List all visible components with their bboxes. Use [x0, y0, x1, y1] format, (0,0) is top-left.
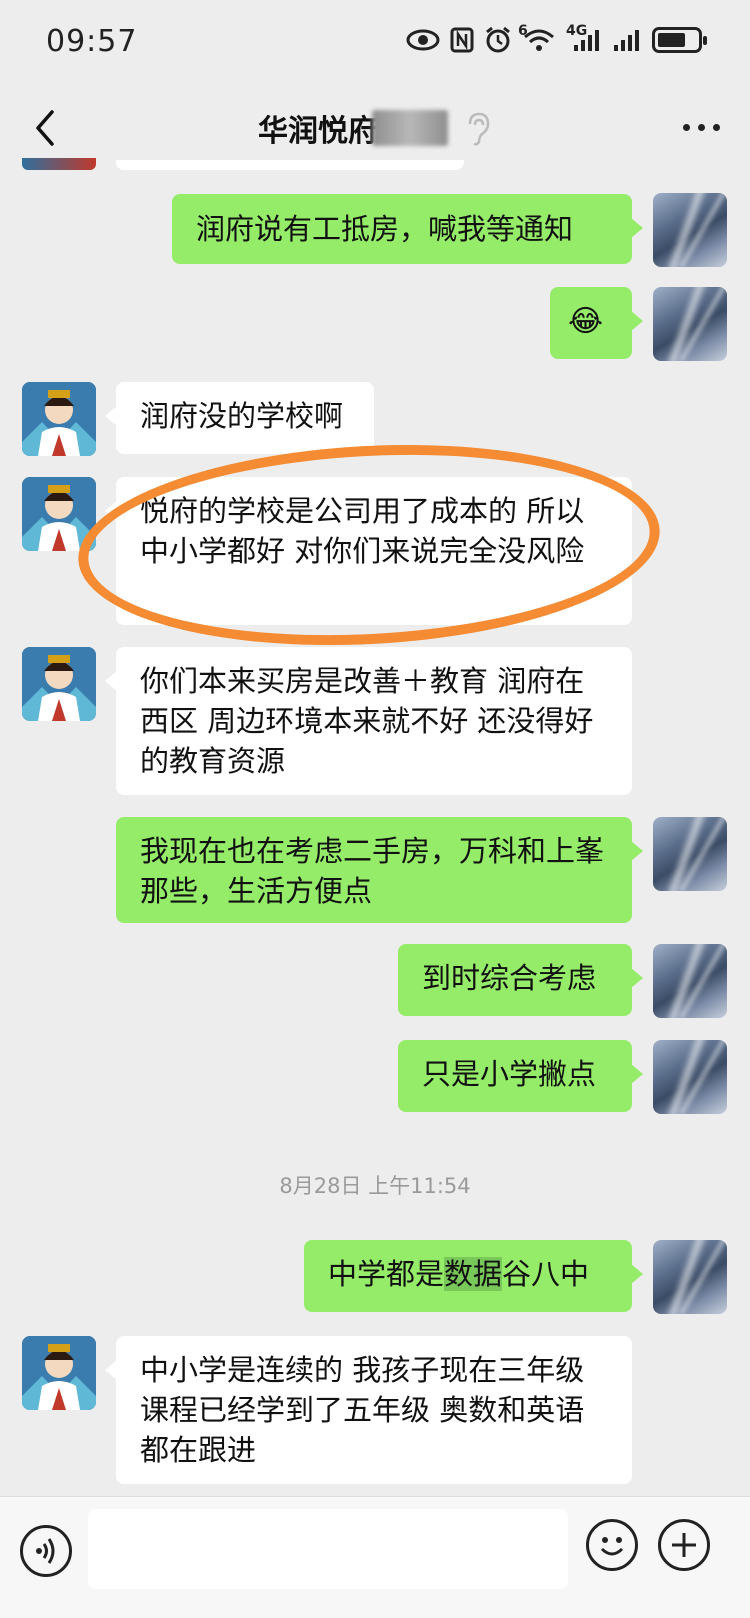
wifi-icon: 6: [518, 23, 556, 53]
timestamp: 8月28日 上午11:54: [279, 1174, 471, 1198]
chat-title: 华润悦府: [258, 114, 378, 149]
alarm-icon: [486, 26, 510, 53]
message-bubble[interactable]: 润府没的学校啊: [105, 382, 374, 454]
signal-icon: [614, 30, 639, 51]
voice-icon: [36, 1538, 55, 1564]
avatar-self[interactable]: [653, 817, 727, 891]
more-functions-button[interactable]: [658, 1519, 710, 1571]
selected-text: 数据: [444, 1257, 503, 1291]
message-bubble[interactable]: 润府说有工抵房，喊我等通知: [172, 194, 643, 264]
emoji-button[interactable]: [586, 1519, 638, 1571]
message-text: 到时综合考虑: [422, 961, 597, 995]
message-text: 润府没的学校啊: [140, 399, 344, 433]
avatar-self[interactable]: [653, 944, 727, 1018]
message-text: 只是小学撇点: [422, 1057, 597, 1091]
avatar-self[interactable]: [653, 287, 727, 361]
message-list[interactable]: 润府说有工抵房，喊我等通知 😂 润府没的学校啊 悦府的学校是公司用了成本的 所以…: [0, 158, 750, 1542]
battery-icon: [652, 27, 707, 53]
message-bubble[interactable]: 我现在也在考虑二手房，万科和上峯那些，生活方便点: [116, 817, 643, 923]
message-text: 你们本来买房是改善＋教育 润府在西区 周边环境本来就不好 还没得好的教育资源: [140, 664, 594, 778]
message-input[interactable]: [88, 1509, 568, 1589]
message-bubble-emoji[interactable]: 😂: [550, 287, 643, 359]
status-time: 09:57: [46, 24, 138, 59]
avatar-contact[interactable]: [22, 1336, 96, 1410]
voice-input-button[interactable]: [20, 1525, 72, 1577]
smile-icon: [600, 1537, 624, 1556]
signal-4g-icon: 4G: [566, 23, 602, 53]
avatar-self[interactable]: [653, 1040, 727, 1114]
message-bubble[interactable]: 只是小学撇点: [398, 1040, 643, 1112]
avatar-self[interactable]: [653, 193, 727, 267]
avatar-contact[interactable]: [22, 647, 96, 721]
status-icons: 6 4G: [406, 23, 707, 54]
battery-level: [658, 33, 685, 47]
message-text-before: 中学都是: [328, 1257, 445, 1291]
message-bubble-highlighted[interactable]: 悦府的学校是公司用了成本的 所以中小学都好 对你们来说完全没风险: [105, 477, 632, 625]
laugh-cry-emoji-icon: 😂: [568, 304, 604, 339]
wifi-label: 6: [518, 23, 528, 39]
back-icon[interactable]: [30, 106, 60, 150]
avatar-self[interactable]: [653, 1240, 727, 1314]
message-bubble-partial: [116, 160, 464, 170]
message-bubble[interactable]: 你们本来买房是改善＋教育 润府在西区 周边环境本来就不好 还没得好的教育资源: [105, 647, 632, 795]
chat-header: 华润悦府: [0, 88, 750, 170]
avatar-contact-partial[interactable]: [22, 158, 96, 170]
mute-ear-icon: [468, 112, 490, 146]
message-bubble[interactable]: 中学都是数据谷八中: [304, 1240, 643, 1312]
message-bubble[interactable]: 中小学是连续的 我孩子现在三年级 课程已经学到了五年级 奥数和英语都在跟进: [105, 1336, 632, 1484]
message-text: 悦府的学校是公司用了成本的 所以中小学都好 对你们来说完全没风险: [140, 494, 585, 568]
message-bubble[interactable]: 到时综合考虑: [398, 944, 643, 1016]
title-redaction: [372, 110, 448, 146]
plus-icon: [672, 1533, 696, 1557]
message-text: 润府说有工抵房，喊我等通知: [196, 212, 574, 246]
status-bar: 09:57 6 4G: [0, 0, 750, 88]
message-text-after: 谷八中: [502, 1257, 590, 1291]
more-options-icon[interactable]: [683, 124, 720, 131]
eye-icon: [406, 29, 440, 51]
message-text: 中小学是连续的 我孩子现在三年级 课程已经学到了五年级 奥数和英语都在跟进: [140, 1353, 585, 1467]
message-text: 我现在也在考虑二手房，万科和上峯那些，生活方便点: [140, 834, 605, 908]
nfc-icon: [450, 27, 474, 53]
avatar-contact[interactable]: [22, 382, 96, 456]
input-bar: [0, 1496, 750, 1618]
avatar-contact[interactable]: [22, 477, 96, 551]
